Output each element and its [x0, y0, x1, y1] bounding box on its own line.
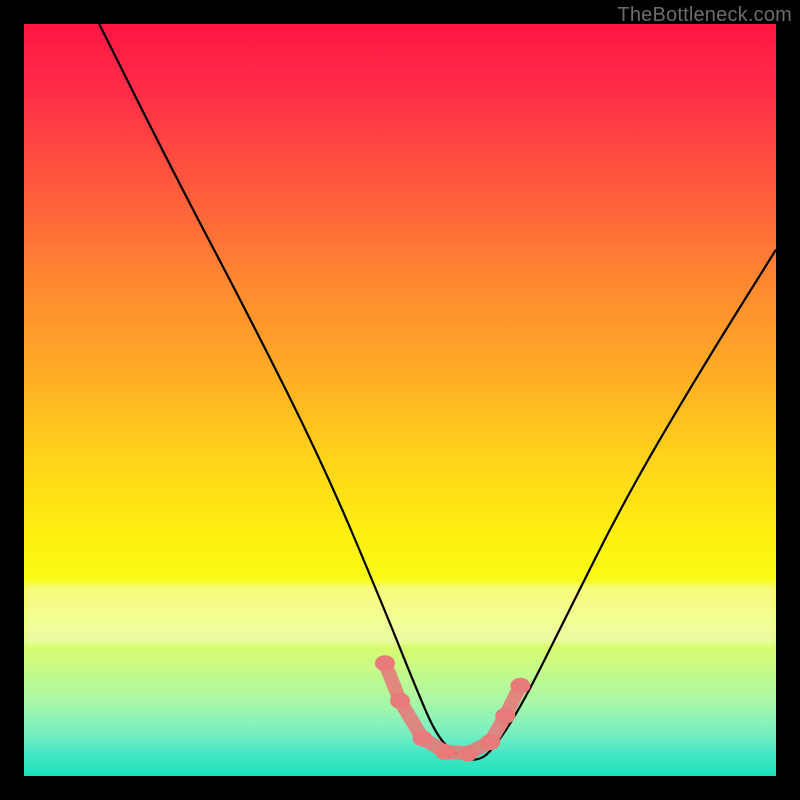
marker-dot — [413, 730, 433, 746]
markers-group — [375, 655, 530, 761]
chart-frame: TheBottleneck.com — [0, 0, 800, 800]
marker-dot — [390, 693, 410, 709]
marker-dot — [435, 744, 455, 760]
bottleneck-curve — [99, 24, 776, 760]
marker-dot — [510, 678, 530, 694]
curve-group — [99, 24, 776, 760]
marker-dot — [480, 734, 500, 750]
marker-dot — [375, 655, 395, 671]
marker-dot — [495, 708, 515, 724]
chart-svg — [24, 24, 776, 776]
marker-dot — [458, 745, 478, 761]
plot-area — [24, 24, 776, 776]
